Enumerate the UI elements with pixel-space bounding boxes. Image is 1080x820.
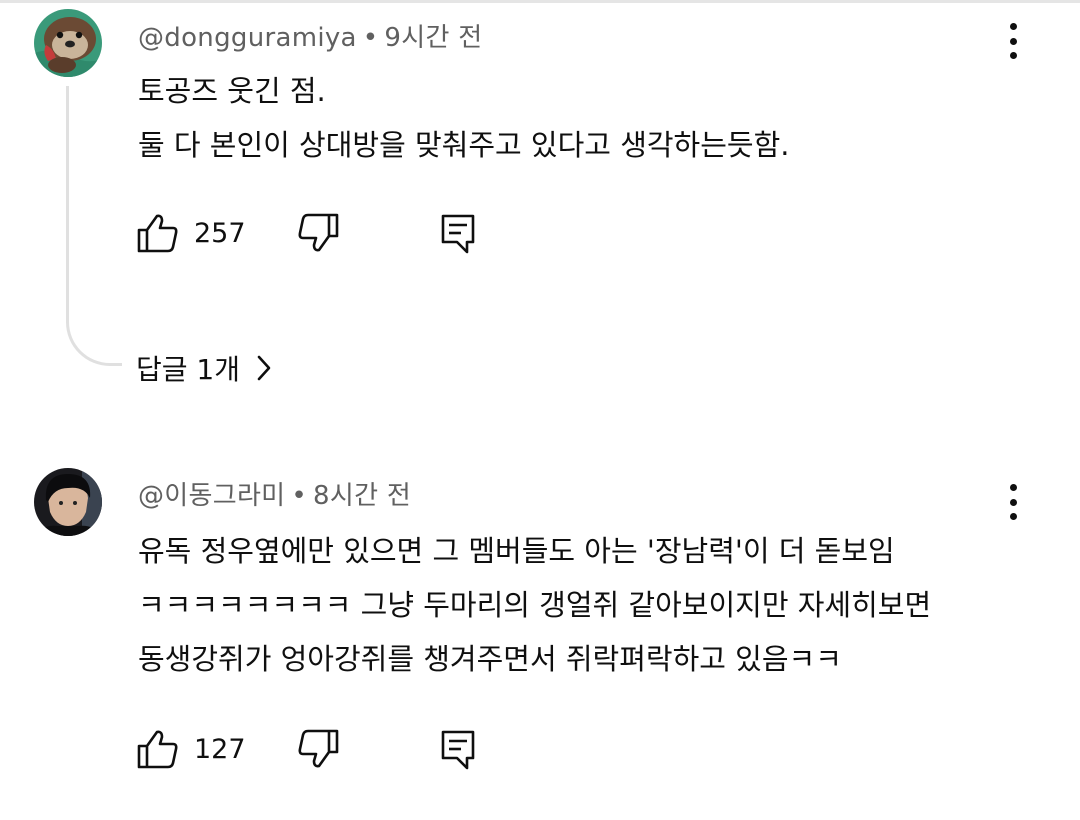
reply-button[interactable] bbox=[439, 212, 477, 256]
chevron-right-icon bbox=[257, 355, 271, 381]
dislike-button[interactable] bbox=[296, 728, 340, 770]
avatar[interactable] bbox=[34, 9, 102, 77]
meta-separator: • bbox=[362, 23, 379, 53]
thread-connector bbox=[66, 86, 122, 366]
more-vert-icon[interactable] bbox=[1000, 482, 1026, 522]
view-replies-button[interactable]: 답글 1개 bbox=[136, 348, 272, 388]
comment-line: 동생강쥐가 엉아강쥐를 챙겨주면서 쥐락펴락하고 있음ㅋㅋ bbox=[138, 642, 842, 676]
thumbs-up-icon bbox=[137, 214, 178, 253]
like-count: 257 bbox=[194, 217, 246, 249]
reply-comment-icon bbox=[441, 214, 475, 254]
top-divider bbox=[0, 0, 1080, 3]
reply-button[interactable] bbox=[439, 728, 477, 772]
username[interactable]: @dongguramiya bbox=[138, 23, 357, 53]
comment-line: 유독 정우옆에만 있으면 그 멤버들도 아는 '장남력'이 더 돋보임 bbox=[138, 534, 895, 568]
timestamp: 8시간 전 bbox=[313, 481, 412, 511]
dislike-button[interactable] bbox=[296, 212, 340, 254]
avatar[interactable] bbox=[34, 468, 102, 536]
thumbs-down-icon bbox=[298, 729, 339, 768]
comment-line: 토공즈 웃긴 점. bbox=[138, 74, 326, 108]
reply-comment-icon bbox=[441, 730, 475, 770]
comment-line: ㅋㅋㅋㅋㅋㅋㅋㅋ 그냥 두마리의 갱얼쥐 같아보이지만 자세히보면 bbox=[138, 588, 932, 622]
like-count: 127 bbox=[194, 733, 246, 765]
comment-actions: 257 bbox=[136, 212, 536, 256]
comment-actions: 127 bbox=[136, 728, 536, 772]
comment-meta: @dongguramiya • 9시간 전 bbox=[138, 17, 483, 54]
thumbs-up-icon bbox=[137, 730, 178, 769]
comment-text: 유독 정우옆에만 있으면 그 멤버들도 아는 '장남력'이 더 돋보임 ㅋㅋㅋㅋ… bbox=[138, 524, 931, 686]
comment-text: 토공즈 웃긴 점. 둘 다 본인이 상대방을 맞춰주고 있다고 생각하는듯함. bbox=[138, 64, 790, 172]
like-button[interactable]: 257 bbox=[136, 212, 246, 254]
sea-otter-avatar-icon bbox=[34, 9, 102, 77]
timestamp: 9시간 전 bbox=[384, 23, 483, 53]
replies-label: 답글 1개 bbox=[136, 353, 240, 386]
more-vert-icon[interactable] bbox=[1000, 21, 1026, 61]
username[interactable]: @이동그라미 bbox=[138, 481, 285, 511]
comment-line: 둘 다 본인이 상대방을 맞춰주고 있다고 생각하는듯함. bbox=[138, 128, 790, 162]
person-photo-avatar-icon bbox=[34, 468, 102, 536]
comment-meta: @이동그라미 • 8시간 전 bbox=[138, 475, 411, 512]
meta-separator: • bbox=[291, 481, 308, 511]
thumbs-down-icon bbox=[298, 213, 339, 252]
like-button[interactable]: 127 bbox=[136, 728, 246, 770]
